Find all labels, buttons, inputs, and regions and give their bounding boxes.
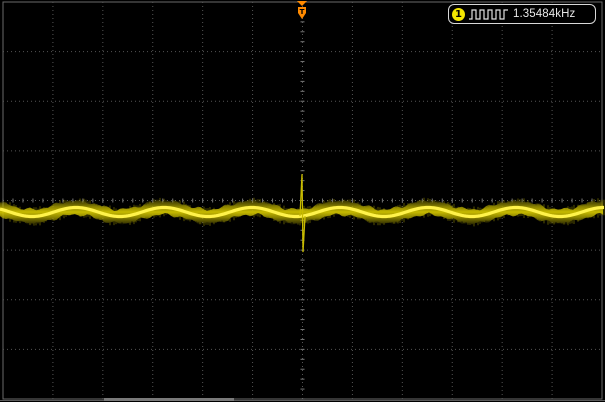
oscilloscope-screen: T 1 1.35484kHz [0,0,605,402]
trigger-position-marker-icon[interactable]: T [296,1,308,20]
waveform-display [0,1,605,401]
frequency-measurement-box[interactable]: 1 1.35484kHz [448,4,596,24]
frequency-value: 1.35484kHz [513,8,576,20]
svg-text:T: T [300,8,305,16]
square-pulse-icon [469,9,508,20]
channel-1-badge: 1 [452,7,465,21]
signal-noise-envelope [0,198,603,226]
scroll-indicator [104,398,234,401]
